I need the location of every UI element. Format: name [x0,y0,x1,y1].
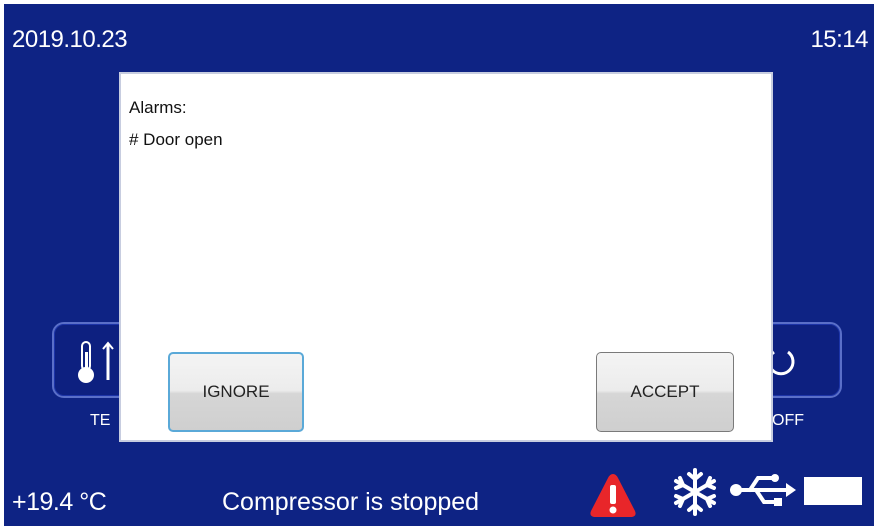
battery-icon [804,477,862,505]
power-button-label: OFF [772,412,804,429]
thermometer-icon [78,341,114,383]
device-screen: 2019.10.23 15:14 TE OFF Alarms: # Door o… [4,4,874,526]
ignore-button[interactable]: IGNORE [168,352,304,432]
alarm-warning-icon[interactable] [588,471,638,519]
accept-button[interactable]: ACCEPT [596,352,734,432]
temperature-reading: +19.4 °C [12,488,107,516]
time-display: 15:14 [810,26,868,53]
alarm-list-item: # Door open [129,130,223,149]
date-display: 2019.10.23 [12,26,128,53]
alarm-dialog-title: Alarms: [129,98,187,117]
compressor-status: Compressor is stopped [222,488,480,516]
usb-icon [730,474,796,506]
temperature-button-label: TE [90,412,111,429]
alarm-dialog: Alarms: # Door open IGNORE ACCEPT [119,72,773,442]
snowflake-icon [674,468,716,516]
